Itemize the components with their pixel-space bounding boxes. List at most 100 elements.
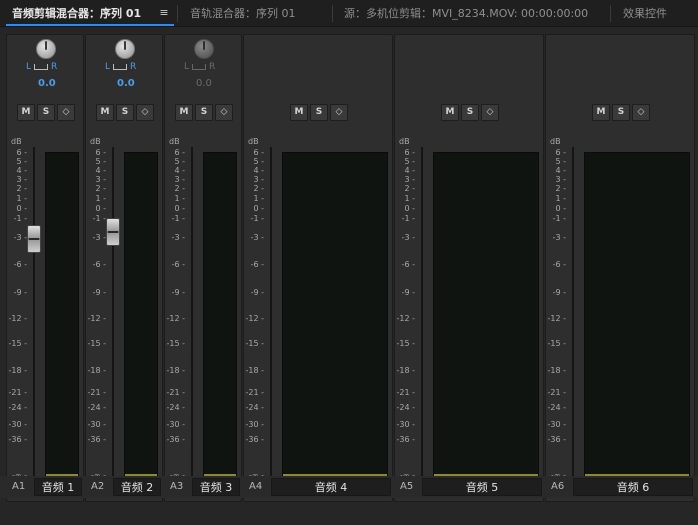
- pan-left-label: L: [26, 62, 32, 72]
- db-tick-label: -21 -: [245, 388, 265, 397]
- db-tick-label: -30 -: [87, 420, 107, 429]
- pan-right-label: R: [209, 62, 216, 72]
- channel-name-field[interactable]: 音频 5: [422, 478, 542, 496]
- db-tick-label: 0 -: [253, 204, 264, 213]
- pan-value[interactable]: 0.0: [38, 78, 56, 89]
- db-tick-label: -6 -: [171, 260, 185, 269]
- solo-button[interactable]: S: [37, 104, 55, 121]
- db-tick-label: -9 -: [401, 288, 415, 297]
- db-tick-label: 3 -: [16, 175, 27, 184]
- tab-divider: [177, 5, 178, 22]
- db-tick-label: 5 -: [253, 157, 264, 166]
- channel-id: A2: [91, 481, 105, 492]
- pan-scale-icon: [192, 63, 207, 70]
- solo-button[interactable]: S: [310, 104, 328, 121]
- db-label: dB: [550, 137, 561, 146]
- db-tick-label: -12 -: [245, 314, 265, 323]
- channel-strip-a5: M S ◇ dB 6 -5 -4 -3 -2 -1 -0 - -1 - -3 - -6 …: [394, 34, 544, 502]
- volume-fader-handle[interactable]: [106, 218, 120, 246]
- db-label: dB: [248, 137, 259, 146]
- db-tick-label: -6 -: [250, 260, 264, 269]
- channel-id: A1: [12, 481, 26, 492]
- fader-track: [270, 147, 272, 483]
- channel-id: A3: [170, 481, 184, 492]
- pan-scale-icon: [34, 63, 49, 70]
- db-tick-label: -30 -: [8, 420, 28, 429]
- db-tick-label: 4 -: [253, 166, 264, 175]
- mute-button[interactable]: M: [592, 104, 610, 121]
- channel-name-field[interactable]: 音频 6: [573, 478, 693, 496]
- record-keyframes-button[interactable]: ◇: [136, 104, 154, 121]
- db-tick-label: 4 -: [174, 166, 185, 175]
- db-tick-label: 2 -: [174, 184, 185, 193]
- channel-strip-a3: LR 0.0 M S ◇ dB 6 -5 -4 -3 -2 -1 -0 - -1 -…: [164, 34, 242, 502]
- db-tick-label: -36 -: [87, 435, 107, 444]
- db-tick-label: -9 -: [552, 288, 566, 297]
- tab-audio-track-mixer[interactable]: 音轨混合器：序列 01: [190, 0, 296, 27]
- db-tick-label: 0 -: [95, 204, 106, 213]
- db-tick-label: 0 -: [555, 204, 566, 213]
- db-tick-label: -9 -: [171, 288, 185, 297]
- db-tick-label: -21 -: [166, 388, 186, 397]
- volume-fader-handle[interactable]: [27, 225, 41, 253]
- db-label: dB: [11, 137, 22, 146]
- channel-id: A4: [249, 481, 263, 492]
- solo-button[interactable]: S: [195, 104, 213, 121]
- record-keyframes-button[interactable]: ◇: [215, 104, 233, 121]
- mute-button[interactable]: M: [441, 104, 459, 121]
- db-label: dB: [90, 137, 101, 146]
- mute-button[interactable]: M: [290, 104, 308, 121]
- db-tick-label: 5 -: [95, 157, 106, 166]
- pan-right-label: R: [130, 62, 137, 72]
- db-tick-label: -9 -: [92, 288, 106, 297]
- panel-menu-icon[interactable]: ≡: [157, 6, 171, 20]
- db-tick-label: 1 -: [404, 194, 415, 203]
- solo-button[interactable]: S: [612, 104, 630, 121]
- level-meter: [203, 152, 237, 477]
- mute-button[interactable]: M: [17, 104, 35, 121]
- db-tick-label: 5 -: [174, 157, 185, 166]
- channel-name-field[interactable]: 音频 1: [34, 478, 82, 496]
- record-keyframes-button[interactable]: ◇: [481, 104, 499, 121]
- db-tick-label: 6 -: [95, 148, 106, 157]
- db-tick-label: -1 -: [401, 214, 415, 223]
- db-tick-label: 2 -: [253, 184, 264, 193]
- db-tick-label: -24 -: [8, 403, 28, 412]
- pan-knob[interactable]: [36, 39, 56, 59]
- db-tick-label: -15 -: [396, 339, 416, 348]
- record-keyframes-button[interactable]: ◇: [330, 104, 348, 121]
- channel-strip-a2: LR 0.0 M S ◇ dB 6 -5 -4 -3 -2 -1 -0 - -1 -…: [85, 34, 163, 502]
- channel-name-field[interactable]: 音频 2: [113, 478, 161, 496]
- db-tick-label: -12 -: [166, 314, 186, 323]
- tab-audio-clip-mixer[interactable]: 音频剪辑混合器：序列 01: [12, 0, 141, 27]
- db-tick-label: 3 -: [253, 175, 264, 184]
- channel-name-field[interactable]: 音频 3: [192, 478, 240, 496]
- db-tick-label: -36 -: [547, 435, 567, 444]
- channel-buttons: M S ◇: [290, 104, 348, 121]
- fader-track: [191, 147, 193, 483]
- tab-effect-controls[interactable]: 效果控件: [623, 0, 667, 27]
- tab-source[interactable]: 源：多机位剪辑：MVI_8234.MOV: 00:00:00:00: [344, 0, 588, 27]
- db-tick-label: -15 -: [8, 339, 28, 348]
- db-tick-label: -24 -: [396, 403, 416, 412]
- record-keyframes-button[interactable]: ◇: [57, 104, 75, 121]
- db-tick-label: -21 -: [8, 388, 28, 397]
- db-tick-label: -6 -: [13, 260, 27, 269]
- mute-button[interactable]: M: [96, 104, 114, 121]
- pan-value: 0.0: [196, 78, 212, 89]
- db-tick-label: -3 -: [401, 233, 415, 242]
- solo-button[interactable]: S: [116, 104, 134, 121]
- db-tick-label: -1 -: [92, 214, 106, 223]
- db-label: dB: [399, 137, 410, 146]
- solo-button[interactable]: S: [461, 104, 479, 121]
- record-keyframes-button[interactable]: ◇: [632, 104, 650, 121]
- db-tick-label: -1 -: [250, 214, 264, 223]
- db-tick-label: -36 -: [8, 435, 28, 444]
- db-tick-label: -3 -: [552, 233, 566, 242]
- db-tick-label: 2 -: [404, 184, 415, 193]
- pan-value[interactable]: 0.0: [117, 78, 135, 89]
- db-tick-label: -18 -: [166, 366, 186, 375]
- channel-name-field[interactable]: 音频 4: [271, 478, 391, 496]
- mute-button[interactable]: M: [175, 104, 193, 121]
- pan-knob[interactable]: [115, 39, 135, 59]
